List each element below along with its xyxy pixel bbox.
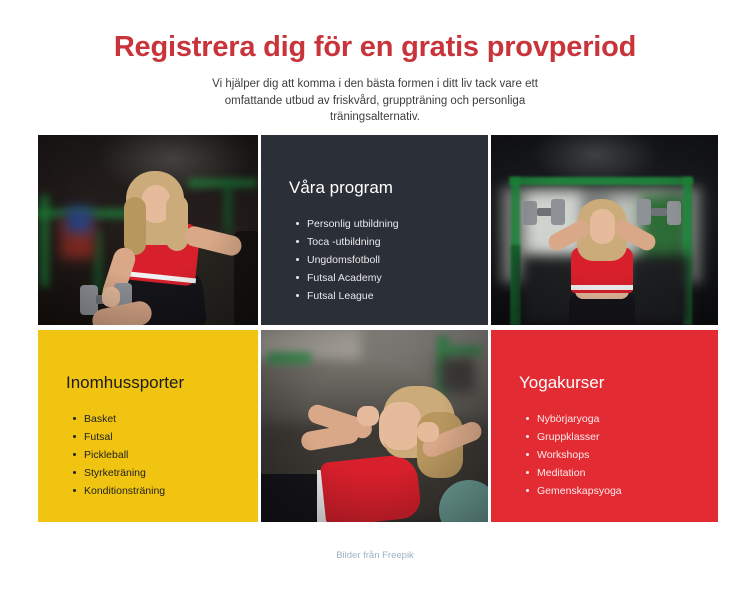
photo-dumbbell-row [38,135,258,325]
page-footer: Bilder från Freepik [0,545,750,563]
landing-page: Registrera dig för en gratis provperiod … [0,0,750,596]
list-item[interactable]: Styrketräning [73,464,258,482]
page-header: Registrera dig för en gratis provperiod … [0,0,750,126]
list-item[interactable]: Pickleball [73,446,258,464]
yoga-courses-list: Nybörjaryoga Gruppklasser Workshops Medi… [519,410,718,500]
page-title: Registrera dig för en gratis provperiod [113,31,637,63]
programs-title: Våra program [289,178,393,197]
indoor-sports-title: Inomhussporter [66,373,185,392]
yoga-courses-panel: Yogakurser Nybörjaryoga Gruppklasser Wor… [491,330,718,522]
list-item[interactable]: Basket [73,410,258,428]
list-item[interactable]: Meditation [526,464,718,482]
list-item[interactable]: Nybörjaryoga [526,410,718,428]
list-item[interactable]: Gemenskapsyoga [526,482,718,500]
programs-panel: Våra program Personlig utbildning Toca -… [261,135,488,325]
features-grid: Våra program Personlig utbildning Toca -… [38,135,718,527]
programs-list: Personlig utbildning Toca -utbildning Un… [289,215,488,305]
photo-shoulder-press [491,135,718,325]
list-item[interactable]: Gruppklasser [526,428,718,446]
page-subtitle: Vi hjälper dig att komma i den bästa for… [212,78,538,123]
list-item[interactable]: Futsal League [296,287,488,305]
list-item[interactable]: Workshops [526,446,718,464]
list-item[interactable]: Futsal [73,428,258,446]
photo-situps [261,330,488,522]
indoor-sports-panel: Inomhussporter Basket Futsal Pickleball … [38,330,258,522]
image-credit-link[interactable]: Bilder från Freepik [336,550,414,561]
list-item[interactable]: Futsal Academy [296,269,488,287]
list-item[interactable]: Toca -utbildning [296,233,488,251]
indoor-sports-list: Basket Futsal Pickleball Styrketräning K… [66,410,258,500]
list-item[interactable]: Ungdomsfotboll [296,251,488,269]
list-item[interactable]: Personlig utbildning [296,215,488,233]
yoga-courses-title: Yogakurser [519,373,605,392]
list-item[interactable]: Konditionsträning [73,482,258,500]
